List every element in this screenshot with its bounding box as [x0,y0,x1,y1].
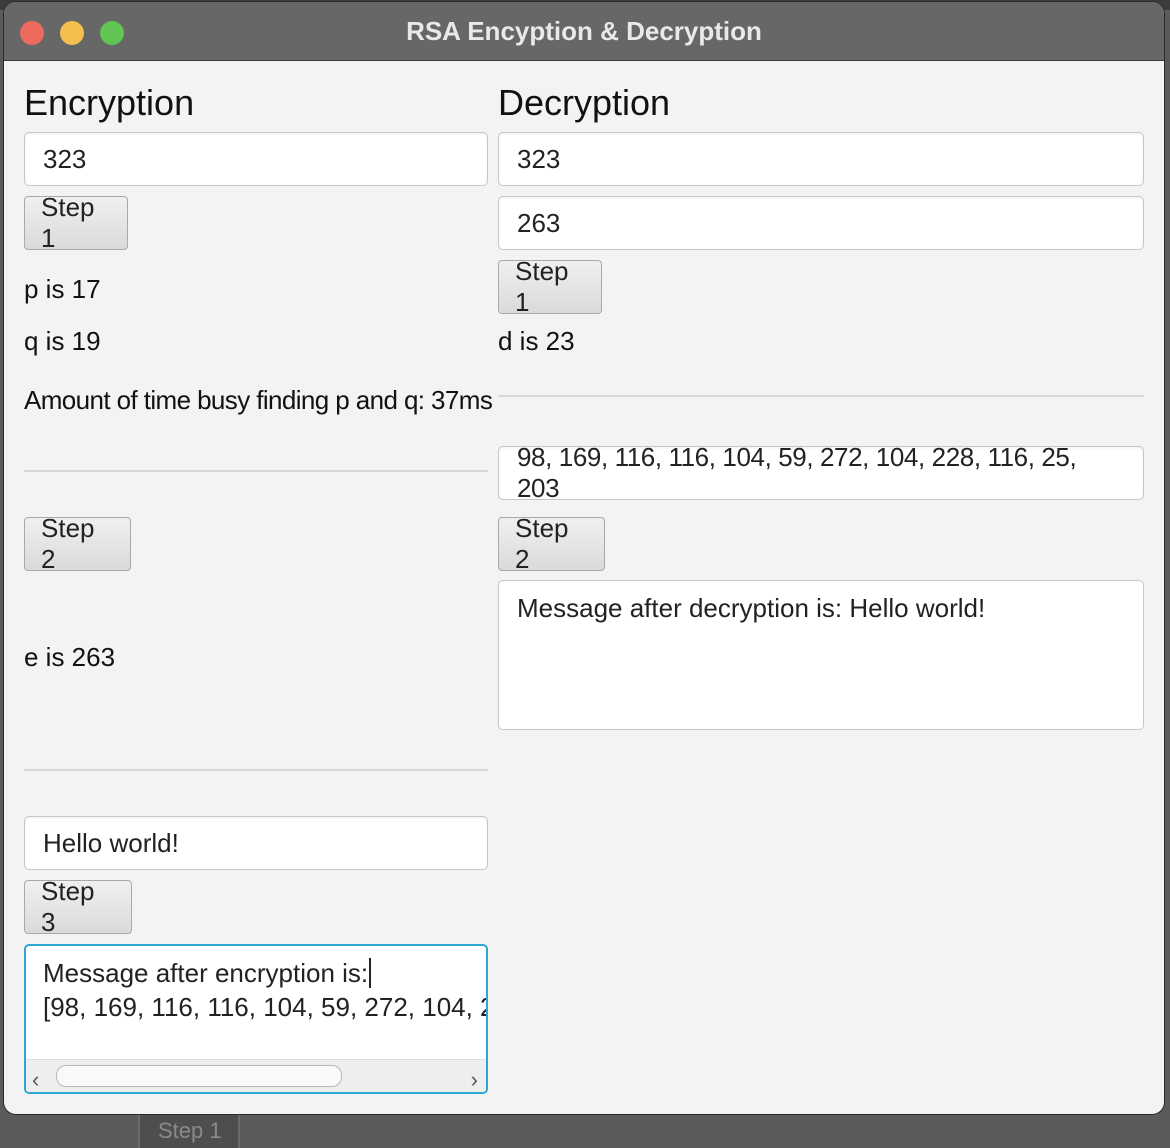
background-window-step1-button: Step 1 [138,1108,240,1148]
d-value-label: d is 23 [498,326,575,356]
encryption-result-line1: Message after encryption is: [43,958,369,988]
encryption-heading: Encryption [24,82,195,123]
encryption-separator-2 [24,769,488,771]
decryption-step1-button[interactable]: Step 1 [498,256,602,317]
encryption-step2-button[interactable]: Step 2 [24,513,131,574]
encryption-n-input[interactable]: 323 [24,132,488,186]
text-caret [369,958,372,988]
app-window: RSA Encyption & Decryption Encryption 32… [4,2,1164,1114]
scroll-right-icon[interactable]: › [471,1063,478,1092]
encryption-separator-1 [24,470,488,472]
decryption-heading: Decryption [498,82,671,123]
e-value-label: e is 263 [24,642,116,672]
q-value-label: q is 19 [24,326,101,356]
encryption-step3-button[interactable]: Step 3 [24,876,132,937]
decryption-n-input[interactable]: 323 [498,132,1144,186]
decryption-e-input[interactable]: 263 [498,196,1144,250]
scrollbar-thumb[interactable] [56,1065,342,1087]
encryption-step1-button[interactable]: Step 1 [24,192,128,253]
window-title: RSA Encyption & Decryption [406,16,762,46]
encryption-result-line2: [98, 169, 116, 116, 104, 59, 272, 104, 2… [43,992,486,1022]
horizontal-scrollbar[interactable]: ‹ › [26,1059,486,1092]
cipher-input[interactable]: 98, 169, 116, 116, 104, 59, 272, 104, 22… [498,442,1144,503]
decryption-step2-button[interactable]: Step 2 [498,513,605,574]
decryption-result-textarea[interactable]: Message after decryption is: Hello world… [498,580,1144,730]
title-bar[interactable]: RSA Encyption & Decryption [4,2,1164,61]
decryption-result-text: Message after decryption is: Hello world… [517,593,986,623]
decryption-separator [498,395,1144,397]
p-value-label: p is 17 [24,274,101,304]
scroll-left-icon[interactable]: ‹ [32,1063,39,1092]
window-content: Encryption 323 Step 1 p is 17 q is 19 Am… [4,60,1164,1114]
encryption-result-textarea[interactable]: Message after encryption is: [98, 169, 1… [24,944,488,1094]
message-input[interactable]: Hello world! [24,816,488,870]
time-busy-label: Amount of time busy finding p and q: 37m… [24,385,493,415]
